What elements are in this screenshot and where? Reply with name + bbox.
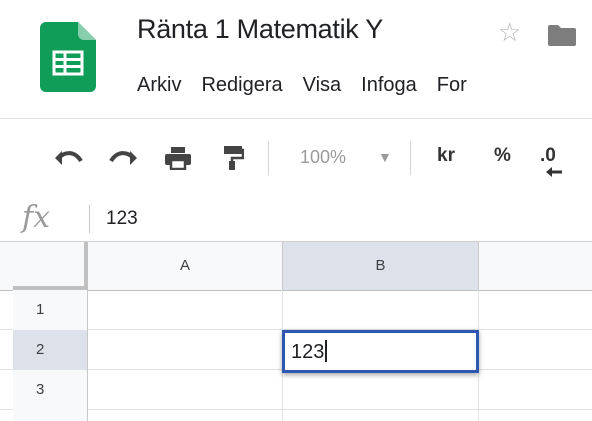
- table-row: [0, 410, 592, 421]
- spreadsheet-window: Ränta 1 Matematik Y ☆ Arkiv Redigera Vis…: [0, 0, 592, 421]
- formula-input[interactable]: 123: [106, 208, 138, 230]
- currency-format-button[interactable]: kr: [437, 145, 455, 167]
- print-icon: [165, 147, 191, 170]
- redo-icon: [109, 151, 137, 165]
- chevron-down-icon[interactable]: ▼: [378, 149, 392, 165]
- menu-bar: Arkiv Redigera Visa Infoga For: [137, 74, 487, 97]
- row-header-3[interactable]: 3: [13, 370, 88, 410]
- menu-arkiv[interactable]: Arkiv: [137, 74, 181, 97]
- undo-button[interactable]: [50, 143, 86, 173]
- menu-redigera[interactable]: Redigera: [201, 74, 282, 97]
- cell-c2[interactable]: [479, 330, 592, 370]
- select-all-corner[interactable]: [13, 242, 88, 290]
- percent-format-button[interactable]: %: [494, 145, 511, 167]
- cell-c1[interactable]: [479, 290, 592, 330]
- fx-icon: fx: [22, 200, 51, 235]
- row-header-4[interactable]: [13, 410, 88, 421]
- column-header-a[interactable]: A: [88, 242, 283, 290]
- cell-b4[interactable]: [283, 410, 479, 421]
- cell-a4[interactable]: [88, 410, 283, 421]
- cell-a3[interactable]: [88, 370, 283, 410]
- formula-separator: [89, 205, 90, 233]
- cell-a1[interactable]: [88, 290, 283, 330]
- cell-c3[interactable]: [479, 370, 592, 410]
- print-button[interactable]: [162, 143, 194, 173]
- cell-a2[interactable]: [88, 330, 283, 370]
- paint-format-button[interactable]: [218, 143, 248, 173]
- undo-icon: [55, 151, 83, 165]
- cell-b1[interactable]: [283, 290, 479, 330]
- document-title[interactable]: Ränta 1 Matematik Y: [137, 14, 383, 45]
- row-header-2[interactable]: 2: [13, 330, 88, 370]
- column-header-row: A B C: [0, 242, 592, 291]
- toolbar-separator: [268, 141, 269, 175]
- menu-format[interactable]: For: [437, 74, 467, 97]
- paint-format-icon: [224, 146, 244, 170]
- folder-icon[interactable]: [548, 24, 576, 46]
- table-row: 3: [0, 370, 592, 410]
- menu-infoga[interactable]: Infoga: [361, 74, 417, 97]
- zoom-select[interactable]: 100%: [300, 147, 346, 168]
- cell-editor[interactable]: 123: [282, 330, 479, 373]
- toolbar: 100% ▼ kr % .0: [0, 118, 592, 198]
- cell-b3[interactable]: [283, 370, 479, 410]
- column-header-b[interactable]: B: [283, 242, 479, 290]
- arrow-left-icon: [546, 167, 562, 177]
- app-header: Ränta 1 Matematik Y ☆ Arkiv Redigera Vis…: [0, 0, 592, 118]
- sheet-grid: A B C 1 2 3 123: [0, 242, 592, 421]
- star-icon[interactable]: ☆: [498, 17, 521, 48]
- redo-button[interactable]: [106, 143, 142, 173]
- text-caret: [325, 340, 328, 362]
- sheets-logo-icon[interactable]: [40, 22, 96, 92]
- column-header-c[interactable]: C: [479, 242, 592, 290]
- cell-editor-value: 123: [291, 341, 325, 363]
- row-header-1[interactable]: 1: [13, 290, 88, 330]
- decimal-label: .0: [540, 145, 556, 166]
- decrease-decimal-button[interactable]: .0: [540, 145, 562, 177]
- toolbar-separator: [410, 141, 411, 175]
- cell-editor-input[interactable]: 123: [291, 340, 328, 364]
- menu-visa[interactable]: Visa: [303, 74, 342, 97]
- formula-bar: fx 123: [0, 197, 592, 242]
- table-row: 1: [0, 290, 592, 330]
